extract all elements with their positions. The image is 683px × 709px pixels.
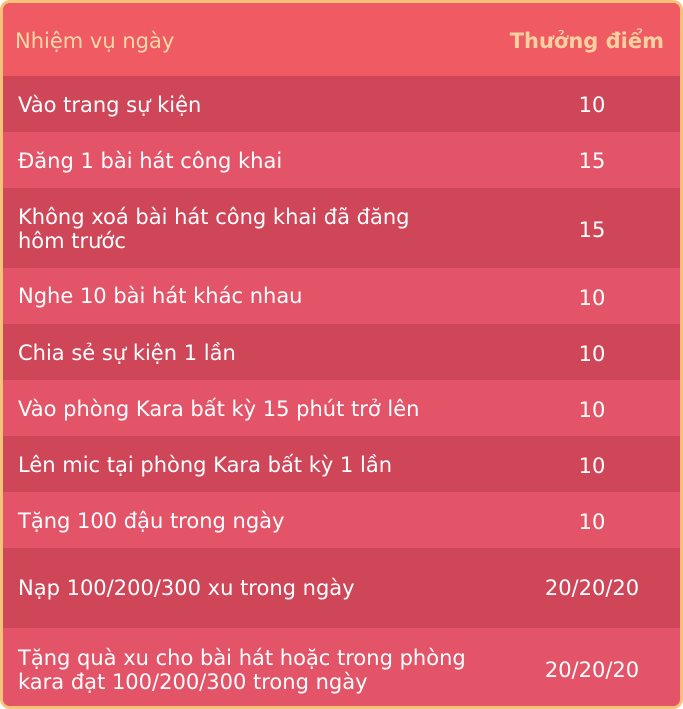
header-points-label: Thưởng điểm	[509, 29, 664, 53]
table-row: Nạp 100/200/300 xu trong ngày 20/20/20	[3, 548, 680, 628]
table-row: Tặng quà xu cho bài hát hoặc trong phòng…	[3, 628, 680, 706]
points-value: 10	[578, 510, 606, 534]
table-row: Vào phòng Kara bất kỳ 15 phút trở lên 10	[3, 380, 680, 436]
points-value: 20/20/20	[544, 576, 640, 600]
task-text: Nạp 100/200/300 xu trong ngày	[18, 576, 355, 600]
task-text: Nghe 10 bài hát khác nhau	[18, 284, 303, 308]
points-value: 10	[578, 93, 606, 117]
daily-missions-table: Nhiệm vụ ngày Thưởng điểm Vào trang sự k…	[0, 0, 683, 709]
points-value: 10	[578, 398, 606, 422]
points-value: 10	[578, 286, 606, 310]
task-text: Lên mic tại phòng Kara bất kỳ 1 lần	[18, 453, 393, 477]
points-value: 20/20/20	[544, 658, 640, 682]
table-row: Nghe 10 bài hát khác nhau 10	[3, 268, 680, 324]
table-row: Đăng 1 bài hát công khai 15	[3, 132, 680, 188]
table-row: Tặng 100 đậu trong ngày 10	[3, 492, 680, 548]
task-text: Đăng 1 bài hát công khai	[18, 149, 283, 173]
task-text: Vào phòng Kara bất kỳ 15 phút trở lên	[18, 397, 420, 421]
points-value: 15	[578, 149, 606, 173]
header-task-label: Nhiệm vụ ngày	[15, 29, 175, 53]
task-text: Không xoá bài hát công khai đã đăng hôm …	[18, 205, 410, 253]
task-text: Tặng quà xu cho bài hát hoặc trong phòng…	[18, 646, 466, 694]
table-row: Lên mic tại phòng Kara bất kỳ 1 lần 10	[3, 436, 680, 492]
table-row: Không xoá bài hát công khai đã đăng hôm …	[3, 188, 680, 268]
table-header: Nhiệm vụ ngày Thưởng điểm	[3, 3, 680, 76]
points-value: 10	[578, 454, 606, 478]
task-text: Chia sẻ sự kiện 1 lần	[18, 341, 236, 365]
points-value: 10	[578, 342, 606, 366]
table-row: Chia sẻ sự kiện 1 lần 10	[3, 324, 680, 380]
task-text: Vào trang sự kiện	[18, 93, 202, 117]
points-value: 15	[578, 218, 606, 242]
table-row: Vào trang sự kiện 10	[3, 76, 680, 132]
task-text: Tặng 100 đậu trong ngày	[18, 509, 285, 533]
